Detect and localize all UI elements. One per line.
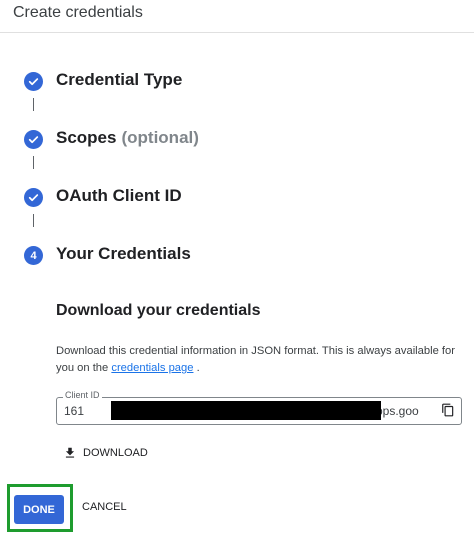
download-heading: Download your credentials <box>56 302 261 319</box>
client-id-field[interactable]: Client ID 161 pps.goo <box>56 390 462 425</box>
step-label: Scopes (optional) <box>56 128 199 148</box>
optional-tag: (optional) <box>121 128 199 147</box>
download-description: Download this credential information in … <box>56 343 461 377</box>
dialog-header: Create credentials <box>0 0 474 33</box>
client-id-prefix: 161 <box>64 404 85 418</box>
step-connector <box>33 98 34 111</box>
download-icon <box>65 447 75 458</box>
step-label: Credential Type <box>56 70 183 89</box>
step-number: 4 <box>30 249 37 262</box>
client-id-label: Client ID <box>63 390 102 400</box>
step-label: OAuth Client ID <box>56 186 182 205</box>
cancel-button[interactable]: CANCEL <box>82 501 127 513</box>
download-label: DOWNLOAD <box>83 447 148 459</box>
step-number-badge: 4 <box>24 246 43 265</box>
step-connector <box>33 214 34 227</box>
dialog-title: Create credentials <box>13 4 143 21</box>
done-button[interactable]: DONE <box>14 495 64 524</box>
redaction-bar <box>111 401 381 420</box>
check-icon <box>24 188 43 207</box>
step-label: Your Credentials <box>56 244 191 263</box>
step-label-text: Scopes <box>56 128 117 147</box>
download-button[interactable]: DOWNLOAD <box>63 442 148 464</box>
step-connector <box>33 156 34 169</box>
credentials-page-link[interactable]: credentials page <box>111 362 193 374</box>
check-icon <box>24 130 43 149</box>
copy-icon[interactable] <box>441 403 455 417</box>
description-end: . <box>196 362 200 374</box>
client-id-suffix: pps.goo <box>376 404 419 418</box>
check-icon <box>24 72 43 91</box>
